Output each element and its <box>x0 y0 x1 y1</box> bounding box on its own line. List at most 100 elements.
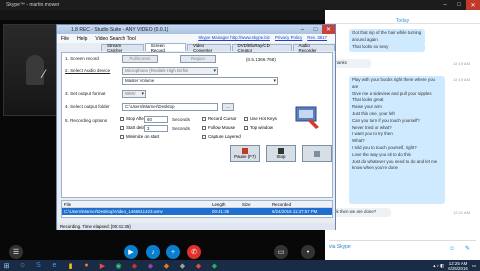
stop-after-checkbox[interactable]: Stop After <box>120 116 145 121</box>
recorder-minimize-button[interactable]: – <box>296 25 309 34</box>
start-delayed-unit: Seconds <box>172 126 190 131</box>
browse-folder-button[interactable]: ... <box>222 103 234 111</box>
video-button[interactable]: ▶ <box>124 245 138 259</box>
message-time: 12:19 AM <box>453 77 470 82</box>
share-screen-icon[interactable]: ▭ <box>274 245 288 259</box>
chat-input[interactable]: via Skype ☺ ✎ <box>329 240 476 254</box>
screen-record-panel: 1. Screen record FullScreen Region (0.5.… <box>61 52 333 198</box>
message-line: That looks great <box>352 97 384 103</box>
skype-titlebar: Skype™ - martin.mower – □ ✕ <box>0 0 480 10</box>
skype-taskbar-icon[interactable]: S <box>32 261 45 271</box>
menu-help[interactable]: Help <box>77 36 87 42</box>
message-line: Give me a sideview and pull your nipples <box>352 90 432 96</box>
tab-screen-record[interactable]: Screen Record <box>144 43 186 53</box>
firefox-taskbar-icon[interactable]: ● <box>80 261 93 271</box>
mute-icon: ⁄ <box>43 67 46 81</box>
tab-audio-recorder[interactable]: Audio Recorder <box>292 43 336 53</box>
audio-device-label: 2. Select Audio device <box>65 68 111 73</box>
message-bubble: ok then we are done? <box>331 208 391 217</box>
output-folder-label: 4. Select output folder <box>65 104 110 109</box>
region-button[interactable]: Region <box>180 55 216 63</box>
recorder-tabs: Stream Catcher Screen Record Video Conve… <box>57 43 336 53</box>
link-skype-manager[interactable]: Skype Manager http://www.skype.biz <box>198 35 270 40</box>
record-option-button[interactable] <box>302 145 332 162</box>
message-line: Just do whatever you need to do and let … <box>352 158 438 171</box>
link-privacy[interactable]: Privacy Policy <box>275 35 302 40</box>
search-icon[interactable]: ◌ <box>16 261 29 271</box>
recorder-titlebar: 1.8 REC - Studio Suite - ANY VIDEO (0.0.… <box>57 25 335 34</box>
message-time: 12:19 AM <box>453 61 470 66</box>
call-header <box>0 10 325 20</box>
hang-up-button[interactable]: ✆ <box>187 245 201 259</box>
minimize-checkbox[interactable]: Minimize on start <box>120 134 159 139</box>
mic-button[interactable]: ♪ <box>146 245 160 259</box>
record-option-icon <box>314 150 320 157</box>
message-line: I told you to touch yourself, right? <box>352 144 417 150</box>
recorder-title: 1.8 REC - Studio Suite - ANY VIDEO (0.0.… <box>71 26 169 33</box>
fullscreen-button[interactable]: FullScreen <box>122 55 158 63</box>
output-format-select[interactable]: WMV <box>122 90 146 98</box>
chrome-taskbar-icon[interactable]: ◉ <box>112 261 125 271</box>
app-taskbar-icon[interactable]: ◆ <box>208 261 221 271</box>
message-line: Love the way you sit to do this <box>352 151 411 157</box>
capture-layered-checkbox[interactable]: Capture Layered <box>202 134 241 139</box>
close-button[interactable]: ✕ <box>466 0 480 10</box>
recorder-status-bar: Recording. Time elapsed: [00:41:35] <box>57 223 335 230</box>
maximize-button[interactable]: □ <box>452 0 466 10</box>
day-label: Today <box>395 18 410 24</box>
recorder-close-button[interactable]: ✕ <box>322 25 335 34</box>
add-participant-button[interactable]: + <box>166 245 180 259</box>
record-cursor-checkbox[interactable]: Record Cursor <box>202 116 237 121</box>
message-bubble: That looks so sexy <box>349 43 425 52</box>
menu-video-search[interactable]: Video Search Tool <box>95 36 135 42</box>
folder-taskbar-icon[interactable]: ▮ <box>64 261 77 271</box>
start-delayed-input[interactable]: 3 <box>144 125 168 132</box>
clock[interactable]: 12:25 AM 6/25/2016 <box>448 261 468 271</box>
audio-device-select[interactable]: Microphone (Realtek High Defini <box>122 67 218 75</box>
app-taskbar-icon[interactable]: ◆ <box>144 261 157 271</box>
link-revision[interactable]: Rev. 3817 <box>307 35 327 40</box>
clock-date: 6/25/2016 <box>448 265 468 271</box>
chat-icon[interactable]: ☰ <box>9 245 23 259</box>
clock-time: 12:25 AM <box>448 260 468 266</box>
stop-after-unit: Seconds <box>172 117 190 122</box>
minimize-button[interactable]: – <box>438 0 452 10</box>
resolution-text: (0.5.1366.768) <box>246 57 276 62</box>
notification-icon[interactable]: ▭ <box>472 263 476 269</box>
media-taskbar-icon[interactable]: ▶ <box>96 261 109 271</box>
app-taskbar-icon[interactable]: ◆ <box>128 261 141 271</box>
menu-file[interactable]: File <box>61 36 69 42</box>
table-row[interactable]: C:\Users\Marner\Desktop\Video_1466511423… <box>62 208 332 215</box>
message-line: What? <box>352 138 365 144</box>
stop-after-input[interactable]: 60 <box>144 116 168 123</box>
message-time: 12:21 AM <box>453 210 470 215</box>
start-button[interactable]: ⊞ <box>0 261 13 271</box>
message-bubble: thanks <box>331 59 371 68</box>
more-options-icon[interactable]: • <box>301 245 315 259</box>
ie-taskbar-icon[interactable]: e <box>48 261 61 271</box>
tray-icons[interactable]: ▴ ♪ ◧ <box>433 263 444 269</box>
message-group: Play with your boobs right there where y… <box>349 76 445 204</box>
message-line: Never tried or what? <box>352 124 392 130</box>
tab-video-converter[interactable]: Video Converter <box>186 43 231 53</box>
follow-mouse-checkbox[interactable]: Follow Mouse <box>202 125 235 130</box>
pause-button[interactable]: Pause (F7) <box>230 145 260 162</box>
output-folder-field[interactable]: C:\Users\Marner\Desktop <box>122 103 218 111</box>
app-taskbar-icon[interactable]: ◆ <box>160 261 173 271</box>
app-taskbar-icon[interactable]: ◆ <box>192 261 205 271</box>
chat-input-icons[interactable]: ☺ ✎ <box>449 245 474 252</box>
hotkeys-checkbox[interactable]: Use Hot Keys <box>244 116 277 121</box>
recorder-maximize-button[interactable]: □ <box>309 25 322 34</box>
tab-dvd-creator[interactable]: DVD/BluRay/CD Creator <box>231 43 292 53</box>
table-header: File Length Size Recorded <box>62 201 332 208</box>
audio-source-select[interactable]: Master Volume <box>122 77 278 85</box>
stop-button[interactable]: Stop <box>266 145 296 162</box>
tab-stream-catcher[interactable]: Stream Catcher <box>101 43 144 53</box>
message-line: Play with your boobs right there where y… <box>352 77 435 89</box>
message-line: I want you to try then <box>352 131 393 137</box>
app-taskbar-icon[interactable]: ◆ <box>176 261 189 271</box>
top-window-checkbox[interactable]: Top window <box>244 125 273 130</box>
recording-options-label: 5. Recording options <box>65 118 108 123</box>
recorder-menubar: File Help Video Search Tool Skype Manage… <box>57 34 335 43</box>
recordings-table: File Length Size Recorded C:\Users\Marne… <box>61 200 333 218</box>
